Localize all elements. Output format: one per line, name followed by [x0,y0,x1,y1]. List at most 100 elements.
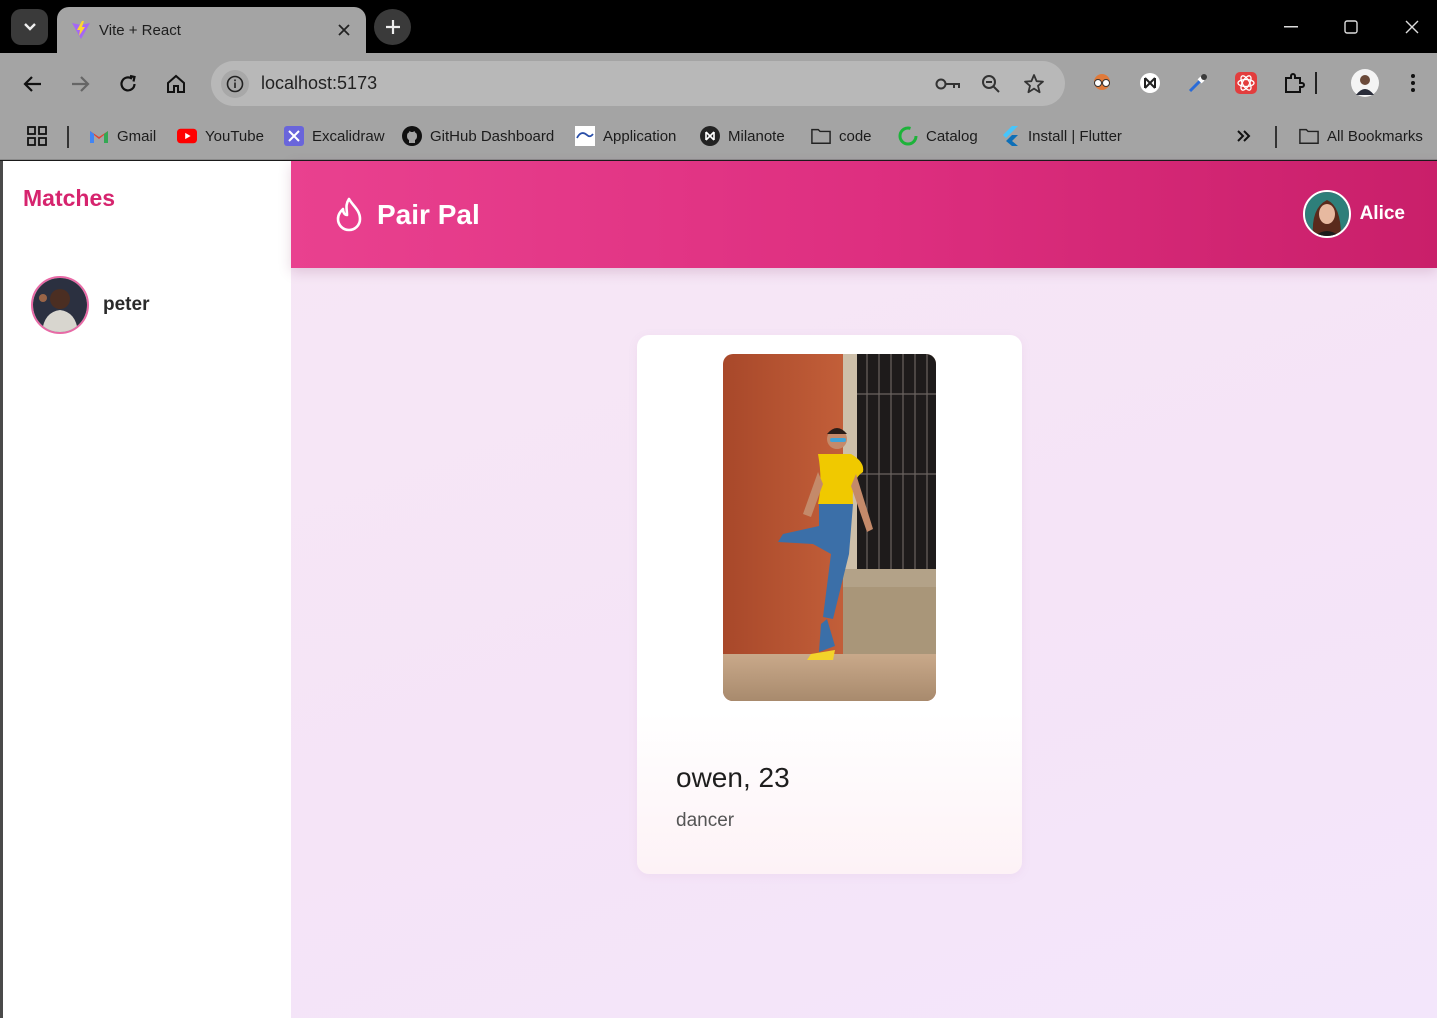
match-item-peter[interactable]: peter [31,275,271,335]
sidebar-title: Matches [23,185,116,211]
toolbar-divider [1314,68,1318,98]
extension-2-button[interactable] [1135,68,1165,98]
gmail-icon [89,126,109,146]
minimize-button[interactable] [1271,10,1311,44]
catalog-icon [898,126,918,146]
bookmark-catalog[interactable]: Catalog [898,123,978,149]
zoom-button[interactable] [978,71,1004,97]
bookmark-label: Gmail [117,127,157,145]
browser-menu-button[interactable] [1398,68,1428,98]
close-tab-button[interactable] [330,16,358,44]
extension-1-button[interactable] [1087,68,1117,98]
excalidraw-icon [284,126,304,146]
bookmark-youtube[interactable]: YouTube [177,123,264,149]
bookmark-application[interactable]: Application [575,123,676,149]
profile-card[interactable]: owen, 23 dancer [637,335,1022,874]
zoom-out-icon [982,75,1000,93]
milanote-icon [700,126,720,146]
site-info-button[interactable] [221,70,249,98]
extensions-button[interactable] [1279,68,1309,98]
bookmark-label: Milanote [728,127,785,145]
puzzle-icon [1285,73,1305,93]
all-bookmarks-button[interactable]: All Bookmarks [1299,123,1423,149]
youtube-icon [177,126,197,146]
bookmark-label: Excalidraw [312,127,385,145]
react-devtools-icon [1235,72,1257,94]
brand-logo[interactable]: Pair Pal [333,197,480,233]
bookmark-label: Application [603,127,677,145]
url-text: localhost:5173 [261,73,378,93]
match-avatar-image [33,278,87,332]
address-bar[interactable]: localhost:5173 [211,61,1065,106]
bookmarks-divider [67,126,69,148]
avatar [1302,190,1351,238]
forward-button[interactable] [63,67,97,101]
reload-icon [120,74,136,92]
bookmark-gmail[interactable]: Gmail [89,123,156,149]
bookmark-flutter[interactable]: Install | Flutter [1000,123,1122,149]
arrow-right-icon [72,76,90,92]
reload-button[interactable] [111,67,145,101]
bookmark-excalidraw[interactable]: Excalidraw [284,123,385,149]
home-button[interactable] [159,67,193,101]
bookmark-star-button[interactable] [1021,71,1047,97]
user-menu[interactable]: Alice [1302,190,1405,238]
new-tab-button[interactable] [374,9,411,45]
maximize-button[interactable] [1331,10,1371,44]
bookmark-github[interactable]: GitHub Dashboard [402,123,554,149]
extension-4-button[interactable] [1231,68,1261,98]
chevron-down-icon [23,23,36,31]
minimize-icon [1284,26,1298,28]
glasses-extension-icon [1094,74,1110,90]
back-button[interactable] [16,67,50,101]
info-icon [226,75,244,93]
more-vertical-icon [1411,74,1415,92]
tab-search-button[interactable] [11,9,48,45]
eyedropper-icon [1188,74,1207,93]
password-key-button[interactable] [935,71,961,97]
apps-grid-icon [27,126,47,146]
match-name: peter [103,294,150,315]
bookmark-label: YouTube [205,127,264,145]
bookmarks-bar: Gmail YouTube Excalidraw GitHub Dashboar… [0,114,1437,160]
milanote-extension-icon [1140,73,1160,93]
apps-button[interactable] [26,123,48,149]
user-name: Alice [1359,203,1405,224]
bookmark-label: Install | Flutter [1028,127,1122,145]
chevron-double-right-icon [1237,130,1251,142]
main-area: Pair Pal Alice owen, 23 dancer [291,161,1437,1018]
active-tab[interactable]: Vite + React [57,7,366,53]
bookmark-label: Catalog [926,127,978,145]
tab-title: Vite + React [99,21,181,39]
profile-photo [723,354,936,701]
app-header: Pair Pal Alice [291,161,1437,268]
github-icon [402,126,422,146]
key-icon [935,78,960,90]
close-window-button[interactable] [1392,10,1432,44]
profile-name-age: owen, 23 [676,762,790,793]
close-icon [1405,20,1419,34]
application-icon [575,126,595,146]
browser-toolbar: localhost:5173 [0,53,1437,114]
profile-avatar-icon [1351,69,1379,97]
bookmark-folder-code[interactable]: code [811,123,872,149]
avatar [31,276,89,334]
plus-icon [385,20,400,34]
more-bookmarks-button[interactable] [1236,123,1252,149]
page-content: Matches peter Pair Pal Alice owen, 23 da… [0,161,1437,1018]
bookmark-label: GitHub Dashboard [430,127,555,145]
all-bookmarks-label: All Bookmarks [1327,127,1423,145]
matches-sidebar: Matches peter [3,161,291,1018]
bookmark-milanote[interactable]: Milanote [700,123,785,149]
profile-photo-image [723,354,936,701]
home-icon [167,74,185,93]
brand-name: Pair Pal [377,199,480,230]
close-icon [338,24,350,36]
extension-3-button[interactable] [1183,68,1213,98]
profile-button[interactable] [1350,68,1380,98]
folder-icon [1299,126,1319,146]
maximize-icon [1344,20,1358,34]
browser-tab-bar: Vite + React [0,0,1437,53]
flame-icon [336,197,362,232]
flutter-icon [1000,126,1020,146]
